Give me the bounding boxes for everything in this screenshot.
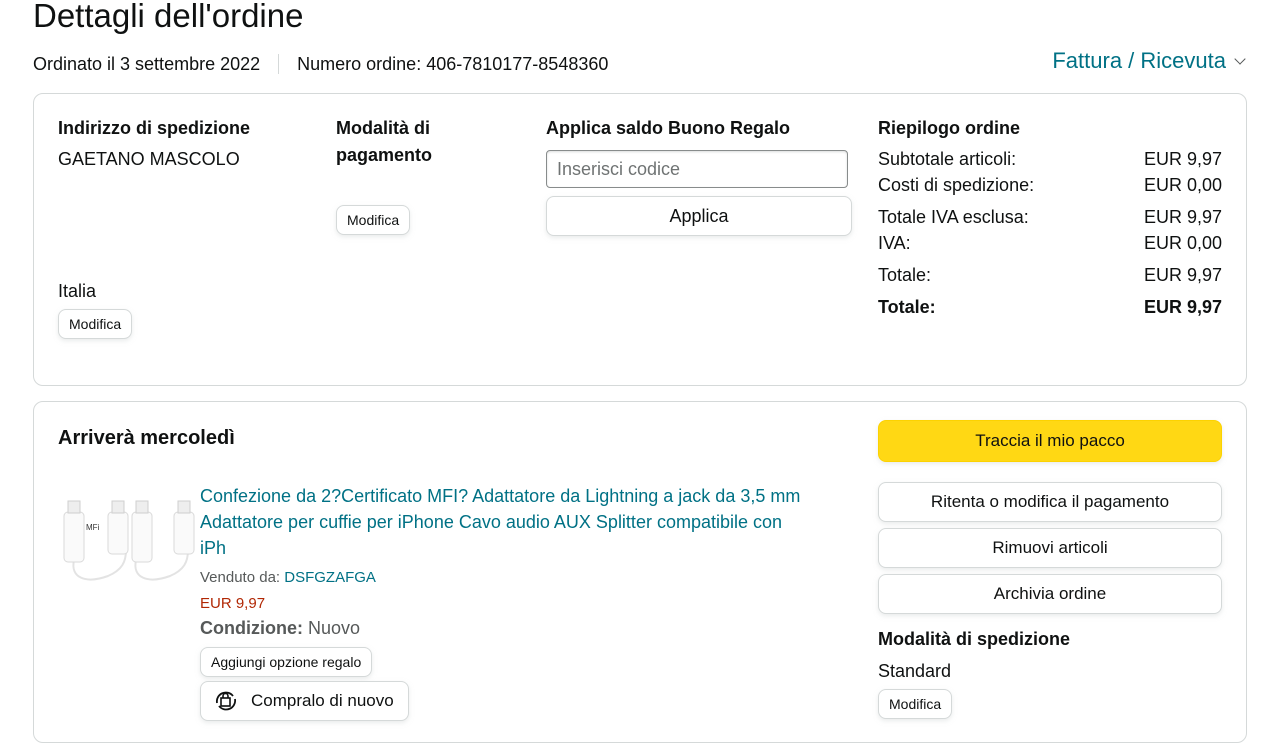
edit-shipping-method-button[interactable]: Modifica xyxy=(878,689,953,719)
summary-label: IVA: xyxy=(878,233,911,253)
buy-again-button[interactable]: Compralo di nuovo xyxy=(200,681,409,721)
gift-card-heading: Applica saldo Buono Regalo xyxy=(546,118,791,138)
edit-payment-button[interactable]: Modifica xyxy=(336,205,411,235)
buy-again-label: Compralo di nuovo xyxy=(251,691,394,710)
gift-code-input[interactable] xyxy=(546,150,848,188)
add-gift-option-button[interactable]: Aggiungi opzione regalo xyxy=(200,647,373,677)
order-date: Ordinato il 3 settembre 2022 xyxy=(33,54,261,74)
summary-row: IVA: EUR 0,00 xyxy=(878,232,1222,254)
summary-value: EUR 0,00 xyxy=(1143,175,1222,195)
sold-by: Venduto da: DSFGZAFGA xyxy=(200,567,376,589)
chevron-down-icon xyxy=(1234,53,1246,65)
summary-label: Totale IVA esclusa: xyxy=(878,207,1029,227)
summary-total-value: EUR 9,97 xyxy=(1143,297,1222,317)
track-package-button[interactable]: Traccia il mio pacco xyxy=(878,420,1222,462)
summary-value: EUR 9,97 xyxy=(1143,207,1222,227)
shipping-address-heading: Indirizzo di spedizione xyxy=(58,118,251,138)
buy-again-icon xyxy=(216,691,236,711)
mfi-mark: MFi xyxy=(86,523,100,532)
sold-by-label: Venduto da: xyxy=(200,569,281,586)
summary-row: Totale: EUR 9,97 xyxy=(878,264,1222,286)
condition-label: Condizione: xyxy=(200,618,303,638)
condition-value: Nuovo xyxy=(308,618,361,638)
seller-link[interactable]: DSFGZAFGA xyxy=(284,569,376,586)
meta-divider xyxy=(278,54,280,74)
remove-items-button[interactable]: Rimuovi articoli xyxy=(878,528,1222,568)
order-meta: Ordinato il 3 settembre 2022 Numero ordi… xyxy=(33,53,608,75)
product-image[interactable]: MFi xyxy=(56,498,196,594)
shipping-country: Italia xyxy=(58,281,97,301)
summary-label: Subtotale articoli: xyxy=(878,149,1017,169)
summary-total-row: Totale: EUR 9,97 xyxy=(878,296,1222,318)
item-condition: Condizione: Nuovo xyxy=(200,617,360,639)
summary-value: EUR 9,97 xyxy=(1143,149,1222,169)
summary-row: Costi di spedizione: EUR 0,00 xyxy=(878,174,1222,196)
page-title: Dettagli dell'ordine xyxy=(33,0,304,34)
shipment-card: Arriverà mercoledì MFi Confezione da 2?C… xyxy=(33,401,1247,743)
summary-row: Totale IVA esclusa: EUR 9,97 xyxy=(878,206,1222,228)
summary-heading: Riepilogo ordine xyxy=(878,118,1020,138)
payment-heading-line2: pagamento xyxy=(336,145,433,165)
shipping-method-value: Standard xyxy=(878,661,952,681)
item-price: EUR 9,97 xyxy=(200,595,266,612)
invoice-label: Fattura / Ricevuta xyxy=(1052,48,1226,73)
archive-order-button[interactable]: Archivia ordine xyxy=(878,574,1222,614)
summary-row: Subtotale articoli: EUR 9,97 xyxy=(878,148,1222,170)
payment-heading-line1: Modalità di xyxy=(336,118,430,138)
shipping-name: GAETANO MASCOLO xyxy=(58,149,240,169)
invoice-dropdown[interactable]: Fattura / Ricevuta xyxy=(1052,48,1246,74)
summary-label: Costi di spedizione: xyxy=(878,175,1035,195)
product-title-line1[interactable]: Confezione da 2?Certificato MFI? Adattat… xyxy=(200,485,800,507)
product-title-line2[interactable]: Adattatore per cuffie per iPhone Cavo au… xyxy=(200,511,782,533)
retry-payment-button[interactable]: Ritenta o modifica il pagamento xyxy=(878,482,1222,522)
summary-value: EUR 9,97 xyxy=(1143,265,1222,285)
delivery-heading: Arriverà mercoledì xyxy=(58,427,235,449)
summary-label: Totale: xyxy=(878,265,932,285)
order-number: Numero ordine: 406-7810177-8548360 xyxy=(297,54,609,74)
order-details-card: Indirizzo di spedizione GAETANO MASCOLO … xyxy=(33,93,1247,386)
product-title-line3[interactable]: iPh xyxy=(200,537,226,559)
summary-value: EUR 0,00 xyxy=(1143,233,1222,253)
summary-total-label: Totale: xyxy=(878,297,936,317)
apply-button[interactable]: Applica xyxy=(546,196,852,236)
edit-address-button[interactable]: Modifica xyxy=(58,309,133,339)
shipping-method-heading: Modalità di spedizione xyxy=(878,629,1071,649)
